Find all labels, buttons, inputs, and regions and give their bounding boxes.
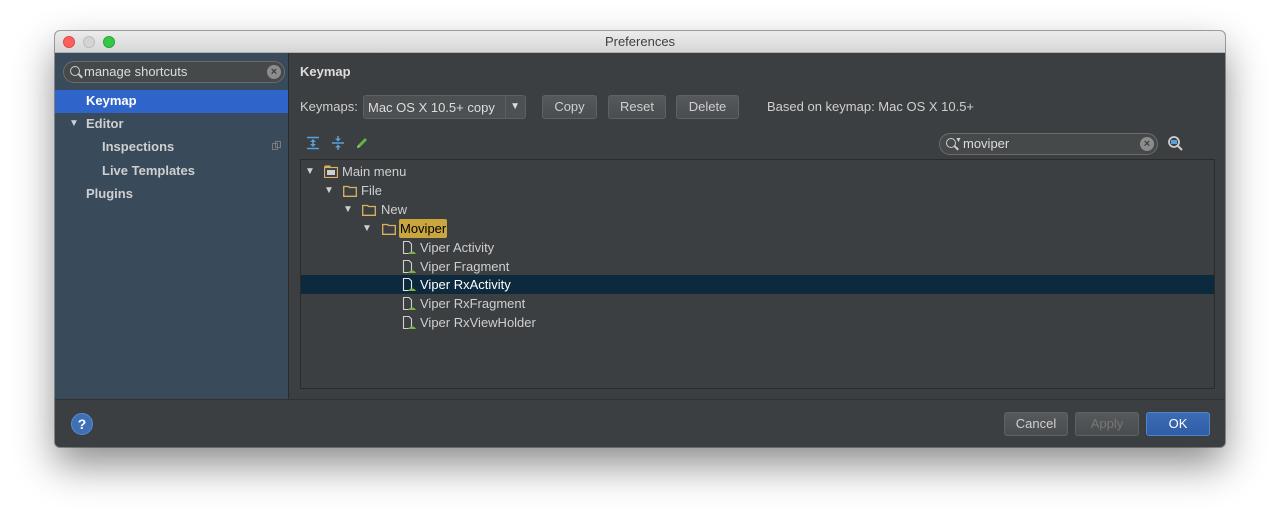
sidebar-item-live-templates[interactable]: Live Templates: [55, 160, 288, 183]
tree-node-label: Viper Activity: [420, 240, 495, 255]
sidebar-item-label: Editor: [86, 116, 124, 131]
chevron-down-icon[interactable]: ▼: [510, 101, 520, 112]
menu-folder-icon: [324, 165, 338, 178]
expand-arrow-icon[interactable]: ▼: [343, 200, 353, 219]
reset-button[interactable]: Reset: [608, 95, 666, 119]
find-by-shortcut-icon[interactable]: [1166, 134, 1186, 154]
sidebar-item-label: Keymap: [86, 93, 137, 108]
sidebar-item-keymap[interactable]: Keymap: [55, 90, 288, 113]
project-settings-icon: [272, 141, 281, 150]
cancel-button[interactable]: Cancel: [1004, 412, 1068, 436]
window-title: Preferences: [604, 34, 676, 49]
expand-arrow-icon[interactable]: ▼: [305, 162, 315, 181]
folder-icon: [382, 223, 396, 235]
tree-node-new[interactable]: ▼ New: [301, 200, 1214, 219]
preferences-window: Preferences manage shortcuts × Keymap ▼ …: [55, 31, 1225, 447]
search-icon: [70, 66, 80, 76]
sidebar-item-label: Plugins: [86, 186, 133, 201]
edit-shortcut-icon[interactable]: [355, 136, 369, 150]
folder-icon: [343, 185, 357, 197]
tree-node-label: Viper RxFragment: [420, 296, 526, 311]
keymap-panel: Keymap Keymaps: Mac OS X 10.5+ copy ▼ Co…: [289, 53, 1225, 399]
tree-node-viper-activity[interactable]: Viper Activity: [301, 238, 1214, 257]
action-search-field[interactable]: ▼ moviper ×: [939, 133, 1158, 155]
help-icon[interactable]: ?: [71, 413, 93, 435]
tree-node-moviper[interactable]: ▼ Moviper: [301, 219, 1214, 238]
search-history-chevron-icon[interactable]: ▼: [955, 137, 962, 144]
settings-sidebar: manage shortcuts × Keymap ▼ Editor Inspe…: [55, 53, 289, 399]
android-action-icon: [402, 260, 416, 273]
expand-arrow-icon[interactable]: ▼: [69, 113, 79, 135]
dialog-footer: ? Cancel Apply OK: [55, 399, 1225, 447]
clear-search-icon[interactable]: ×: [267, 65, 281, 79]
expand-arrow-icon[interactable]: ▼: [362, 219, 372, 238]
tree-node-label: Main menu: [342, 164, 407, 179]
sidebar-item-inspections[interactable]: Inspections: [55, 136, 288, 159]
action-search-value[interactable]: moviper: [963, 136, 1009, 151]
keymaps-label: Keymaps:: [300, 99, 358, 114]
page-title: Keymap: [300, 64, 351, 79]
collapse-all-icon[interactable]: [331, 136, 345, 150]
tree-node-label: Viper Fragment: [420, 259, 510, 274]
sidebar-item-label: Inspections: [102, 139, 175, 154]
tree-node-label-highlighted: Moviper: [399, 219, 448, 238]
keymap-select-value: Mac OS X 10.5+ copy: [368, 100, 495, 115]
tree-node-file[interactable]: ▼ File: [301, 181, 1214, 200]
apply-button[interactable]: Apply: [1075, 412, 1139, 436]
based-on-keymap-text: Based on keymap: Mac OS X 10.5+: [767, 99, 975, 114]
tree-node-viper-rxfragment[interactable]: Viper RxFragment: [301, 294, 1214, 313]
android-action-icon: [402, 241, 416, 254]
sidebar-item-editor[interactable]: ▼ Editor: [55, 113, 288, 136]
tree-node-main-menu[interactable]: ▼ Main menu: [301, 162, 1214, 181]
tree-node-viper-rxviewholder[interactable]: Viper RxViewHolder: [301, 313, 1214, 332]
tree-node-viper-fragment[interactable]: Viper Fragment: [301, 257, 1214, 276]
sidebar-item-plugins[interactable]: Plugins: [55, 183, 288, 206]
android-action-icon: [402, 278, 416, 291]
tree-node-viper-rxactivity[interactable]: Viper RxActivity: [301, 275, 1214, 294]
tree-node-label: Viper RxActivity: [420, 277, 511, 292]
title-bar: Preferences: [55, 31, 1225, 53]
sidebar-item-label: Live Templates: [102, 163, 195, 178]
android-action-icon: [402, 297, 416, 310]
settings-search-field[interactable]: manage shortcuts ×: [63, 61, 285, 83]
delete-button[interactable]: Delete: [676, 95, 739, 119]
tree-node-label: Viper RxViewHolder: [420, 315, 536, 330]
clear-search-icon[interactable]: ×: [1140, 137, 1154, 151]
actions-tree[interactable]: ▼ Main menu ▼ File ▼ New ▼ Moviper Viper…: [300, 159, 1215, 389]
expand-arrow-icon[interactable]: ▼: [324, 181, 334, 200]
tree-node-label: New: [381, 202, 408, 217]
android-action-icon: [402, 316, 416, 329]
combo-divider: [505, 96, 506, 118]
copy-button[interactable]: Copy: [542, 95, 597, 119]
settings-search-value[interactable]: manage shortcuts: [84, 64, 187, 79]
keymap-select[interactable]: Mac OS X 10.5+ copy ▼: [363, 95, 526, 119]
ok-button[interactable]: OK: [1146, 412, 1210, 436]
tree-node-label: File: [361, 183, 382, 198]
folder-icon: [362, 204, 376, 216]
expand-all-icon[interactable]: [306, 136, 320, 150]
